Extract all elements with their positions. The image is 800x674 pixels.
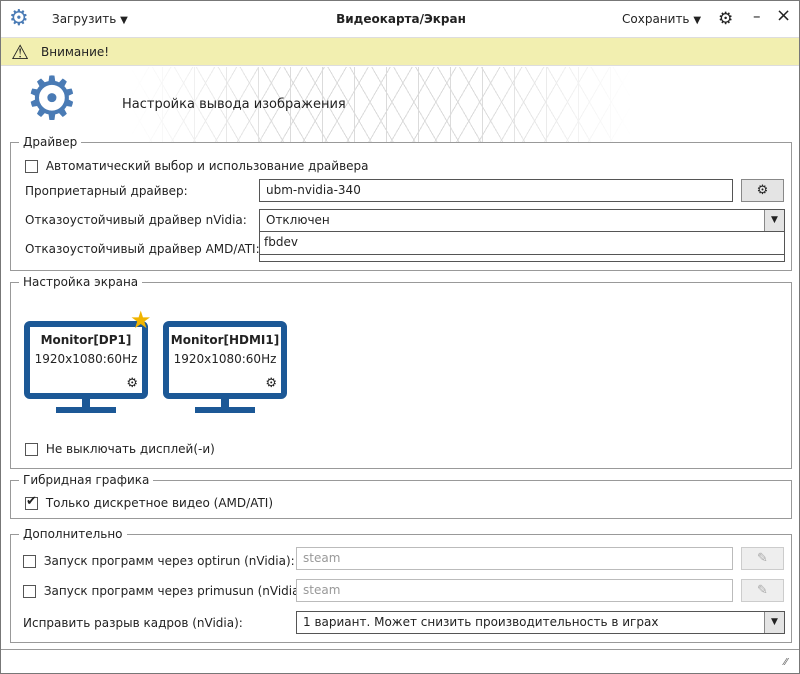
checkbox[interactable] (25, 443, 38, 456)
chevron-down-icon: ▼ (120, 15, 128, 26)
monitor-name: Monitor[HDMI1] (170, 333, 280, 347)
chevron-down-icon[interactable]: ▼ (764, 210, 784, 231)
app-window: ⚙ Загрузить ▼ Видеокарта/Экран Сохранить… (0, 0, 800, 674)
tearing-fix-label: Исправить разрыв кадров (nVidia): (23, 616, 243, 630)
warning-icon: ⚠ (11, 40, 29, 64)
optirun-input[interactable]: steam (296, 547, 733, 570)
auto-driver-label: Автоматический выбор и использование дра… (45, 159, 369, 173)
primary-star-icon: ★ (130, 306, 152, 334)
load-menu-button[interactable]: Загрузить ▼ (52, 12, 128, 26)
keep-display-on-checkbox[interactable]: Не выключать дисплей(-и) (25, 442, 215, 456)
gear-icon[interactable]: ⚙ (126, 376, 138, 391)
optirun-edit-button[interactable]: ✎ (741, 547, 784, 570)
discrete-only-checkbox[interactable]: Только дискретное видео (AMD/ATI) (25, 494, 274, 510)
proprietary-driver-label: Проприетарный драйвер: (25, 184, 188, 198)
gear-icon: ⚙ (756, 183, 769, 198)
nvidia-failsafe-select[interactable]: Отключен ▼ (259, 209, 785, 232)
warning-text: Внимание! (41, 45, 110, 59)
monitor-hdmi1[interactable]: Monitor[HDMI1] 1920x1080:60Hz ⚙ (163, 321, 287, 399)
dropdown-option-fbdev[interactable]: fbdev (260, 232, 784, 252)
save-menu-button[interactable]: Сохранить ▼ (622, 12, 701, 26)
driver-legend: Драйвер (23, 135, 78, 149)
header-gears-icon: ⚙ (25, 64, 79, 134)
dropdown-list: fbdev (259, 231, 785, 255)
proprietary-driver-field[interactable]: ubm-nvidia-340 (259, 179, 733, 202)
monitor-mode: 1920x1080:60Hz (173, 352, 277, 366)
gear-icon[interactable]: ⚙ (265, 376, 277, 391)
auto-driver-checkbox[interactable]: Автоматический выбор и использование дра… (25, 159, 369, 173)
monitor-mode: 1920x1080:60Hz (34, 352, 138, 366)
chevron-down-icon: ▼ (693, 15, 702, 26)
checkbox[interactable] (23, 555, 36, 568)
monitor-base (56, 407, 116, 413)
driver-settings-button[interactable]: ⚙ (741, 179, 784, 202)
checkbox[interactable] (23, 585, 36, 598)
extra-legend: Дополнительно (23, 527, 123, 541)
chevron-down-icon[interactable]: ▼ (764, 612, 784, 633)
monitor-name: Monitor[DP1] (40, 333, 132, 347)
resize-grip-icon[interactable]: ⁄⁄ (784, 657, 787, 668)
settings-gear-icon[interactable]: ⚙ (718, 9, 733, 29)
primusun-edit-button[interactable]: ✎ (741, 579, 784, 602)
hybrid-legend: Гибридная графика (23, 473, 150, 487)
titlebar: ⚙ Загрузить ▼ Видеокарта/Экран Сохранить… (1, 1, 799, 37)
optirun-label: Запуск программ через optirun (nVidia): (43, 554, 295, 568)
selected-value: Отключен (266, 213, 330, 227)
checkbox[interactable] (25, 494, 38, 510)
primusun-input[interactable]: steam (296, 579, 733, 602)
monitor-base (195, 407, 255, 413)
edit-icon: ✎ (757, 583, 768, 598)
app-gears-icon: ⚙ (9, 6, 29, 31)
header-title: Настройка вывода изображения (122, 97, 346, 112)
save-label: Сохранить (622, 12, 690, 26)
primusun-checkbox[interactable]: Запуск программ через primusun (nVidia): (23, 584, 308, 598)
edit-icon: ✎ (757, 551, 768, 566)
load-label: Загрузить (52, 12, 117, 26)
primusun-label: Запуск программ через primusun (nVidia): (43, 584, 309, 598)
monitor-stand (82, 399, 90, 407)
checkbox[interactable] (25, 160, 38, 173)
nvidia-failsafe-label: Отказоустойчивый драйвер nVidia: (25, 213, 247, 227)
monitor-stand (221, 399, 229, 407)
minimize-button[interactable]: – (753, 7, 761, 25)
tearing-fix-select[interactable]: 1 вариант. Может снизить производительно… (296, 611, 785, 634)
screen-legend: Настройка экрана (23, 275, 139, 289)
status-bar (1, 649, 799, 673)
selected-value: 1 вариант. Может снизить производительно… (303, 615, 659, 629)
keep-display-on-label: Не выключать дисплей(-и) (45, 442, 215, 456)
warning-bar: ⚠ Внимание! (1, 37, 799, 66)
amd-failsafe-label: Отказоустойчивый драйвер AMD/ATI: (25, 242, 260, 256)
discrete-only-label: Только дискретное видео (AMD/ATI) (45, 496, 274, 510)
close-button[interactable]: × (776, 5, 791, 26)
optirun-checkbox[interactable]: Запуск программ через optirun (nVidia): (23, 554, 295, 568)
